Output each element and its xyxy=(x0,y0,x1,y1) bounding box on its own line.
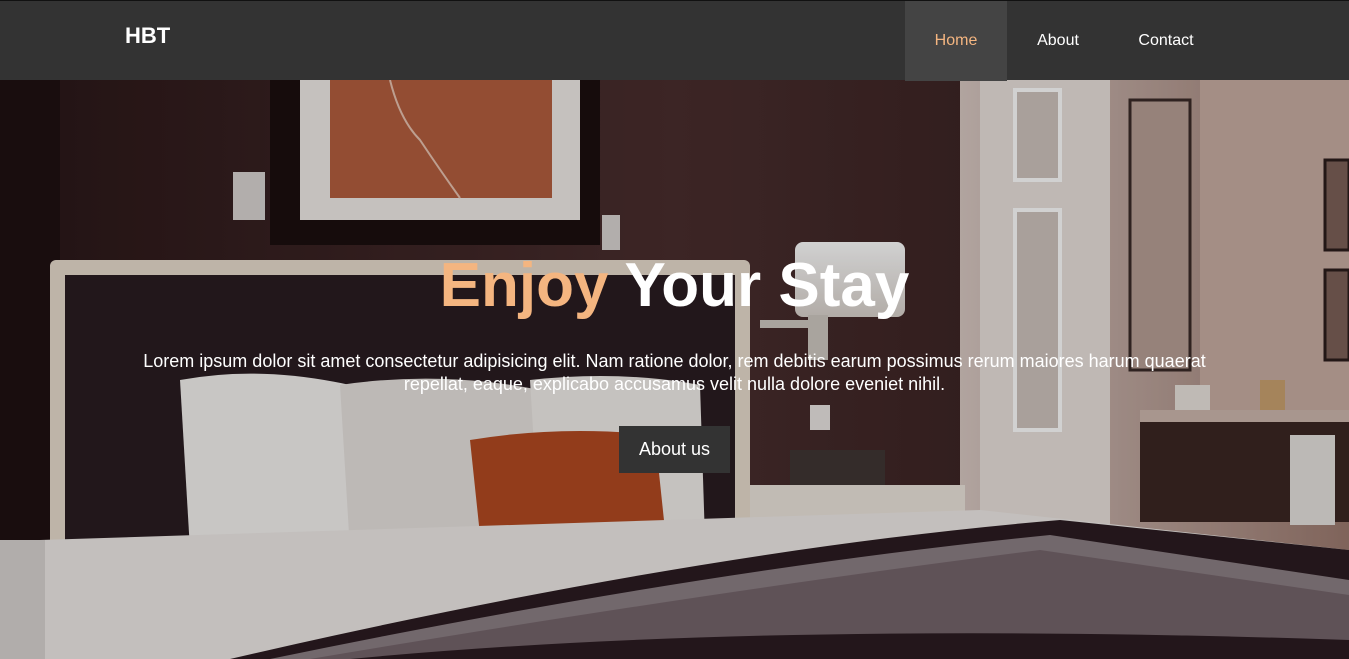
hero-title: Enjoy Your Stay xyxy=(0,250,1349,322)
nav-link-home[interactable]: Home xyxy=(905,1,1007,81)
hero-section: Enjoy Your Stay Lorem ipsum dolor sit am… xyxy=(0,80,1349,659)
about-us-button[interactable]: About us xyxy=(619,426,730,473)
hero-title-rest: Your Stay xyxy=(608,251,910,320)
hero-title-accent: Enjoy xyxy=(439,251,609,320)
hero-description: Lorem ipsum dolor sit amet consectetur a… xyxy=(143,351,1206,394)
navbar: HBT Home About Contact xyxy=(0,0,1349,81)
nav-links: Home About Contact xyxy=(905,1,1223,81)
nav-link-contact[interactable]: Contact xyxy=(1109,1,1223,81)
nav-link-about[interactable]: About xyxy=(1007,1,1109,81)
brand-logo[interactable]: HBT xyxy=(125,23,170,49)
